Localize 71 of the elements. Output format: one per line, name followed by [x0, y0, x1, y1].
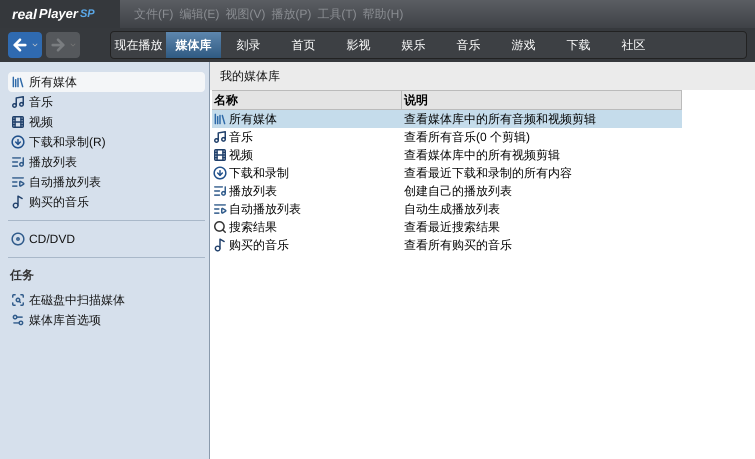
tab[interactable]: 媒体库 [166, 32, 221, 58]
table-cell-text: 创建自己的播放列表 [403, 183, 513, 200]
table-row[interactable]: 视频 查看媒体库中的所有视频剪辑 [212, 146, 682, 164]
library-title: 我的媒体库 [210, 62, 755, 90]
tab[interactable]: 娱乐 [386, 32, 441, 58]
tab[interactable]: 现在播放 [111, 32, 166, 58]
film-icon [11, 115, 25, 129]
auto-playlist-icon [213, 202, 227, 216]
library-icon [213, 112, 227, 126]
table-cell: 音乐 [212, 128, 402, 146]
table-cell: 自动播放列表 [212, 200, 402, 218]
film-icon [213, 148, 227, 162]
table-cell-text: 查看最近下载和录制的所有内容 [403, 165, 573, 182]
column-header[interactable]: 说明 [402, 91, 682, 109]
sidebar-item[interactable]: 自动播放列表 [8, 172, 205, 192]
library-icon [11, 75, 25, 89]
table-cell-text: 查看最近搜索结果 [403, 219, 501, 236]
tab[interactable]: 影视 [331, 32, 386, 58]
sidebar-item[interactable]: CD/DVD [8, 229, 205, 249]
table-row[interactable]: 音乐 查看所有音乐(0 个剪辑) [212, 128, 682, 146]
table-row[interactable]: 下载和录制 查看最近下载和录制的所有内容 [212, 164, 682, 182]
tab[interactable]: 游戏 [496, 32, 551, 58]
table-row[interactable]: 购买的音乐 查看所有购买的音乐 [212, 236, 682, 254]
sidebar-item[interactable]: 购买的音乐 [8, 192, 205, 212]
column-header[interactable]: 名称 [212, 91, 402, 109]
playlist-icon [213, 184, 227, 198]
tab[interactable]: 刻录 [221, 32, 276, 58]
sidebar-item[interactable]: 播放列表 [8, 152, 205, 172]
table-row[interactable]: 所有媒体 查看媒体库中的所有音频和视频剪辑 [212, 110, 682, 128]
table-row[interactable]: 搜索结果 查看最近搜索结果 [212, 218, 682, 236]
tab[interactable]: 社区 [606, 32, 661, 58]
table-cell: 播放列表 [212, 182, 402, 200]
settings-icon [11, 313, 25, 327]
table-cell-text: 查看媒体库中的所有音频和视频剪辑 [403, 111, 597, 128]
music-notes-icon [213, 238, 227, 252]
disc-icon [11, 232, 25, 246]
music-notes-icon [11, 195, 25, 209]
table-cell-text: 查看所有音乐(0 个剪辑) [403, 129, 531, 146]
table-row[interactable]: 播放列表 创建自己的播放列表 [212, 182, 682, 200]
sidebar-item[interactable]: 音乐 [8, 92, 205, 112]
music-note-icon [11, 95, 25, 109]
table-cell: 所有媒体 [212, 110, 402, 128]
tab[interactable]: 音乐 [441, 32, 496, 58]
sidebar-item[interactable]: 下载和录制(R) [8, 132, 205, 152]
search-icon [213, 220, 227, 234]
app-logo: realPlayerSP [0, 0, 120, 28]
table-cell-text: 自动生成播放列表 [403, 201, 501, 218]
caret-icon [31, 41, 39, 49]
scan-icon [11, 293, 25, 307]
auto-playlist-icon [11, 175, 25, 189]
table-row[interactable]: 自动播放列表 自动生成播放列表 [212, 200, 682, 218]
table-cell: 搜索结果 [212, 218, 402, 236]
tab[interactable]: 下载 [551, 32, 606, 58]
back-button[interactable] [8, 32, 42, 58]
sidebar-item[interactable]: 媒体库首选项 [8, 310, 205, 330]
sidebar-item[interactable]: 视频 [8, 112, 205, 132]
sidebar-item[interactable]: 在磁盘中扫描媒体 [8, 290, 205, 310]
table-cell: 视频 [212, 146, 402, 164]
sidebar-item[interactable]: 所有媒体 [8, 72, 205, 92]
tab[interactable]: 首页 [276, 32, 331, 58]
table-cell: 购买的音乐 [212, 236, 402, 254]
caret-icon [69, 41, 77, 49]
forward-arrow-icon [49, 36, 67, 54]
table-cell-text: 查看媒体库中的所有视频剪辑 [403, 147, 561, 164]
section-title: 任务 [8, 267, 35, 284]
table-cell-text: 查看所有购买的音乐 [403, 237, 513, 254]
music-note-icon [213, 130, 227, 144]
download-icon [213, 166, 227, 180]
playlist-icon [11, 155, 25, 169]
table-cell: 下载和录制 [212, 164, 402, 182]
download-icon [11, 135, 25, 149]
